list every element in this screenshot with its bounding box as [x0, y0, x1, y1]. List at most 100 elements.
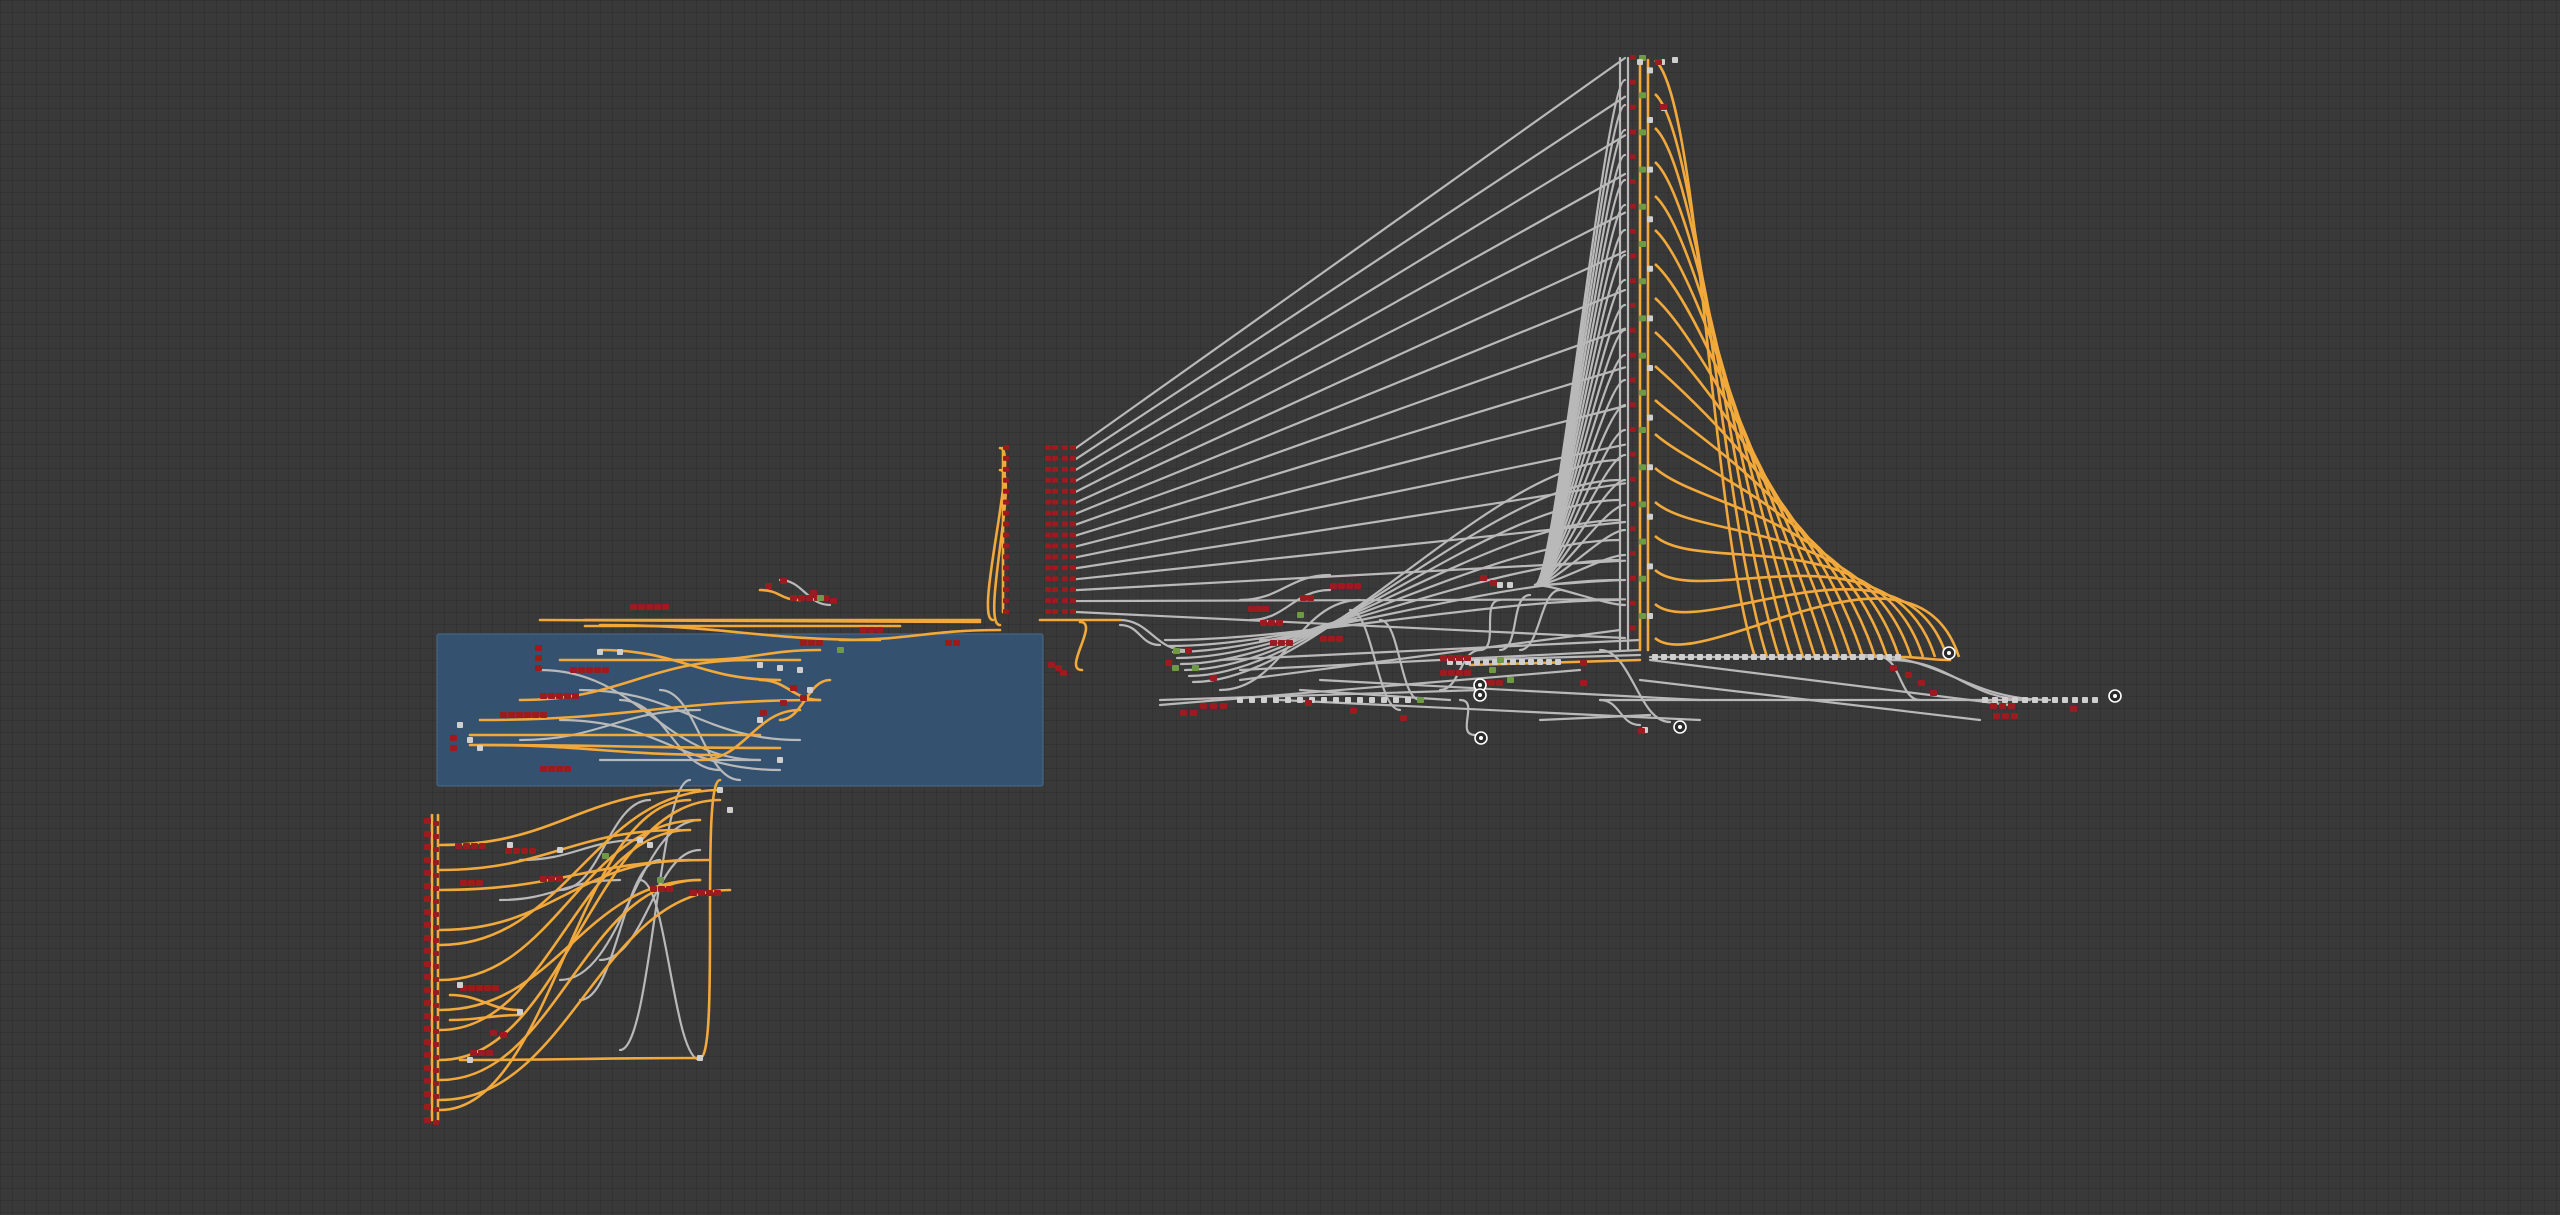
reroute-node[interactable]	[1652, 654, 1658, 660]
data-node[interactable]	[1200, 703, 1207, 709]
data-node[interactable]	[1045, 466, 1051, 472]
wire-grey[interactable]	[1278, 698, 1702, 722]
data-node[interactable]	[1003, 543, 1009, 549]
reroute-node[interactable]	[1497, 582, 1503, 588]
data-node[interactable]	[470, 1050, 477, 1056]
data-node[interactable]	[1448, 655, 1455, 661]
data-node[interactable]	[433, 990, 439, 995]
node-editor-canvas[interactable]	[0, 0, 2560, 1215]
data-node[interactable]	[1003, 466, 1009, 472]
reroute-node[interactable]	[507, 842, 513, 848]
math-node[interactable]	[1639, 464, 1646, 471]
math-node[interactable]	[1639, 92, 1646, 99]
reroute-node[interactable]	[1483, 659, 1489, 665]
data-node[interactable]	[1456, 655, 1463, 661]
reroute-node[interactable]	[1859, 654, 1865, 660]
data-node[interactable]	[1270, 640, 1277, 646]
data-node[interactable]	[433, 1003, 439, 1008]
data-node[interactable]	[1045, 488, 1051, 494]
data-node[interactable]	[463, 843, 470, 849]
reroute-node[interactable]	[1697, 654, 1703, 660]
data-node[interactable]	[433, 977, 439, 982]
reroute-node[interactable]	[1345, 697, 1351, 703]
data-node[interactable]	[1630, 179, 1636, 184]
math-node[interactable]	[1489, 667, 1496, 673]
data-node[interactable]	[1630, 104, 1636, 110]
data-node[interactable]	[433, 847, 439, 852]
data-node[interactable]	[433, 1055, 439, 1060]
data-node[interactable]	[513, 848, 520, 854]
data-node[interactable]	[650, 886, 657, 892]
reroute-node[interactable]	[1405, 697, 1411, 703]
data-node[interactable]	[492, 985, 499, 991]
data-node[interactable]	[1070, 488, 1076, 494]
reroute-node[interactable]	[1751, 654, 1757, 660]
data-node[interactable]	[1045, 576, 1051, 582]
data-node[interactable]	[424, 987, 431, 993]
wire-grey[interactable]	[1074, 211, 1627, 493]
data-node[interactable]	[1003, 445, 1009, 450]
data-node[interactable]	[1190, 710, 1197, 716]
data-node[interactable]	[1464, 670, 1471, 676]
data-node[interactable]	[424, 1000, 431, 1006]
data-node[interactable]	[1052, 488, 1058, 494]
data-node[interactable]	[1490, 580, 1497, 586]
data-node[interactable]	[1003, 499, 1009, 505]
data-node[interactable]	[1062, 543, 1068, 549]
reroute-node[interactable]	[1357, 697, 1363, 703]
reroute-node[interactable]	[1369, 697, 1375, 703]
math-node[interactable]	[1639, 278, 1646, 285]
reroute-node[interactable]	[2032, 697, 2038, 703]
data-node[interactable]	[1630, 625, 1636, 631]
data-node[interactable]	[1070, 543, 1076, 549]
math-node[interactable]	[602, 853, 609, 859]
reroute-node[interactable]	[1474, 659, 1480, 665]
data-node[interactable]	[476, 880, 483, 886]
reroute-node[interactable]	[1796, 654, 1802, 660]
wire-grey[interactable]	[1074, 172, 1627, 482]
data-node[interactable]	[1045, 543, 1051, 549]
data-node[interactable]	[1003, 609, 1009, 614]
data-node[interactable]	[424, 948, 431, 954]
wire-orange[interactable]	[438, 798, 722, 1062]
data-node[interactable]	[1048, 662, 1055, 668]
data-node[interactable]	[1052, 499, 1058, 505]
wire-orange[interactable]	[1654, 399, 1877, 658]
data-node[interactable]	[1630, 551, 1636, 556]
data-node[interactable]	[1630, 451, 1636, 457]
data-node[interactable]	[508, 712, 515, 718]
data-node[interactable]	[1346, 583, 1353, 589]
wire-grey[interactable]	[1648, 658, 2012, 707]
data-node[interactable]	[433, 1042, 439, 1047]
data-node[interactable]	[1052, 455, 1058, 461]
wire-grey[interactable]	[778, 578, 832, 607]
wire-orange[interactable]	[1654, 59, 1757, 658]
wire-grey[interactable]	[1074, 366, 1627, 537]
data-node[interactable]	[548, 876, 555, 882]
data-node[interactable]	[433, 1068, 439, 1073]
math-node[interactable]	[657, 877, 664, 883]
reroute-node[interactable]	[597, 649, 603, 655]
math-node[interactable]	[1639, 427, 1646, 433]
data-node[interactable]	[1003, 565, 1009, 571]
data-node[interactable]	[1630, 402, 1636, 408]
data-node[interactable]	[1338, 583, 1345, 589]
reroute-node[interactable]	[1381, 697, 1387, 703]
data-node[interactable]	[1052, 510, 1058, 516]
data-node[interactable]	[564, 693, 571, 699]
data-node[interactable]	[654, 604, 661, 610]
data-node[interactable]	[433, 925, 439, 930]
reroute-node[interactable]	[2012, 697, 2018, 703]
data-node[interactable]	[1210, 675, 1217, 681]
data-node[interactable]	[1060, 670, 1067, 676]
data-node[interactable]	[433, 873, 439, 878]
data-node[interactable]	[1630, 129, 1636, 135]
data-node[interactable]	[556, 876, 563, 882]
data-node[interactable]	[1400, 715, 1407, 721]
data-node[interactable]	[1062, 598, 1068, 604]
data-node[interactable]	[1930, 690, 1937, 696]
reroute-node[interactable]	[1285, 697, 1291, 703]
data-node[interactable]	[1045, 521, 1051, 527]
data-node[interactable]	[1045, 565, 1051, 571]
data-node[interactable]	[630, 604, 637, 610]
